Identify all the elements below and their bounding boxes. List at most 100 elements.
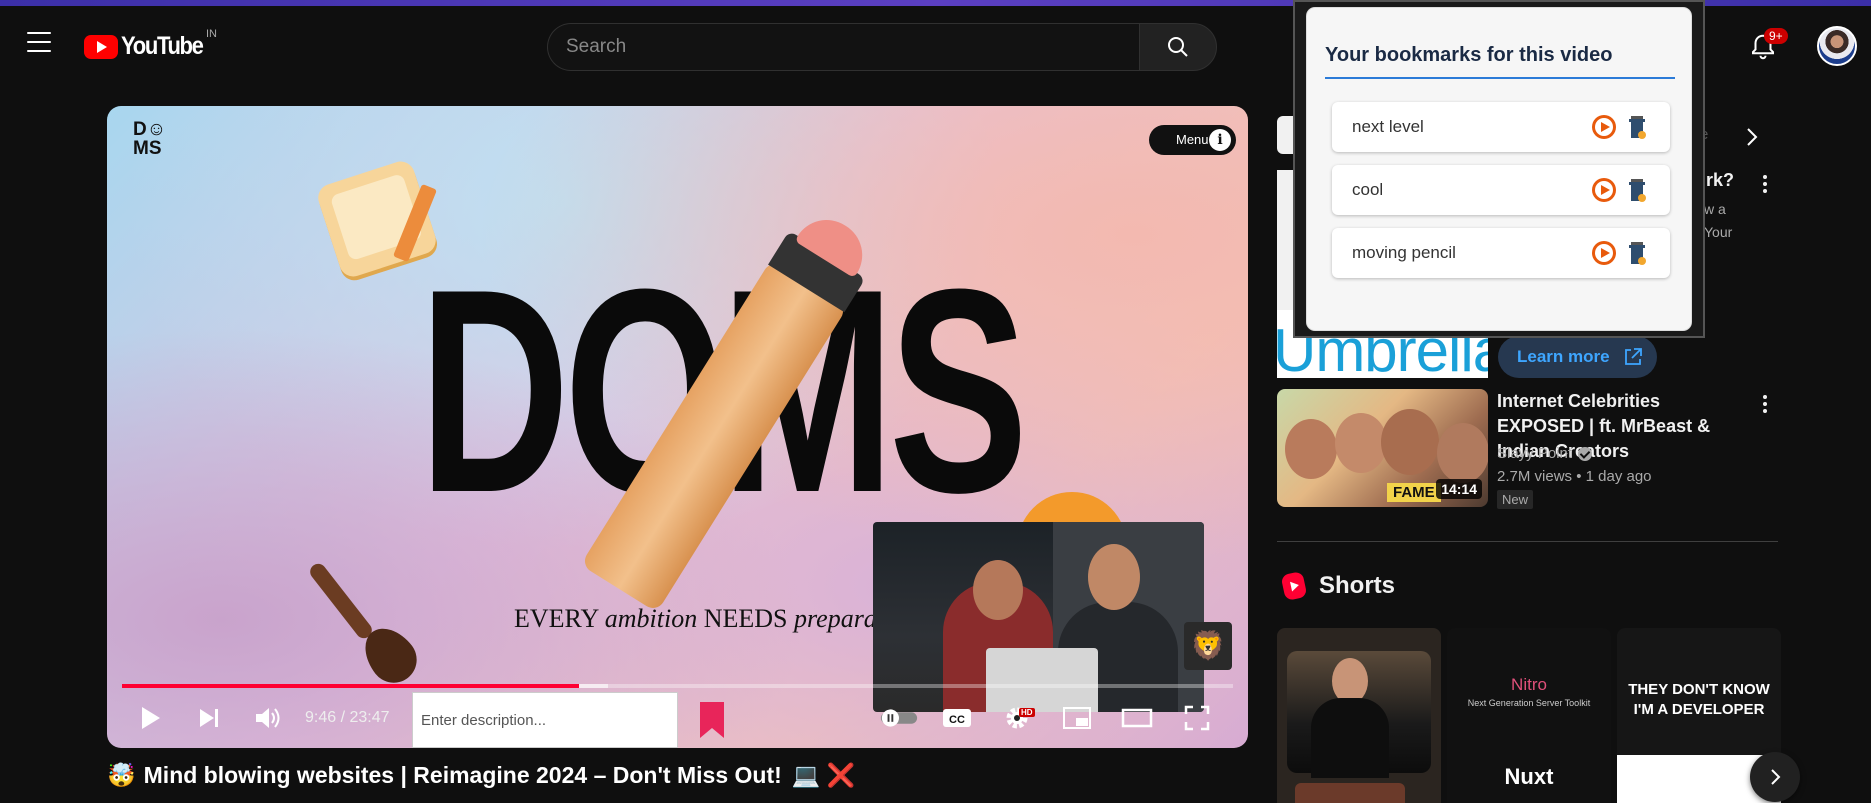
bookmarks-title: Your bookmarks for this video bbox=[1325, 44, 1613, 66]
video-player[interactable]: D☺ MS Menu i DOMS EVERY ambition NEEDS p… bbox=[107, 106, 1248, 748]
miniplayer-button[interactable] bbox=[1057, 700, 1097, 736]
bookmark-item[interactable]: moving pencil bbox=[1332, 228, 1670, 278]
learn-more-button[interactable]: Learn more bbox=[1498, 336, 1657, 378]
volume-icon bbox=[256, 708, 280, 728]
upload-age: 1 day ago bbox=[1585, 468, 1652, 485]
extension-mascot-icon[interactable]: 🦁 bbox=[1184, 622, 1232, 670]
recommendation-channel[interactable]: Slayy Point bbox=[1497, 445, 1593, 462]
short-3-text: THEY DON'T KNOW I'M A DEVELOPER bbox=[1628, 681, 1770, 718]
bookmark-play-icon[interactable] bbox=[1592, 241, 1616, 265]
bookmarks-card: Your bookmarks for this video next level… bbox=[1307, 8, 1691, 330]
bookmark-label: next level bbox=[1352, 117, 1424, 136]
channel-watermark: D☺ MS bbox=[133, 120, 173, 158]
search-input[interactable] bbox=[547, 23, 1139, 71]
ad-text-line-2: Your bbox=[1704, 224, 1733, 240]
search-icon bbox=[1168, 37, 1188, 57]
skip-next-icon bbox=[200, 709, 218, 727]
new-badge: New bbox=[1497, 490, 1534, 509]
add-bookmark-button[interactable] bbox=[692, 700, 732, 740]
player-menu-label: Menu bbox=[1176, 132, 1209, 147]
external-link-icon bbox=[1625, 348, 1642, 365]
short-2-brand: Nuxt bbox=[1504, 764, 1554, 789]
youtube-play-icon bbox=[84, 34, 118, 59]
video-tagline: EVERY ambition NEEDS preparation bbox=[514, 604, 917, 634]
play-button[interactable] bbox=[130, 700, 170, 736]
chevron-right-icon bbox=[1747, 128, 1758, 146]
title-trailing-emoji: 💻 ❌ bbox=[791, 762, 856, 788]
info-icon[interactable]: i bbox=[1209, 129, 1231, 151]
shorts-next-button[interactable] bbox=[1750, 752, 1800, 802]
shorts-heading-label: Shorts bbox=[1319, 572, 1396, 599]
bookmarks-popup: Your bookmarks for this video next level… bbox=[1293, 0, 1705, 338]
delete-bookmark-icon[interactable] bbox=[1627, 177, 1647, 203]
notifications-badge: 9+ bbox=[1764, 28, 1788, 44]
hd-badge: HD bbox=[1019, 708, 1035, 717]
fullscreen-icon bbox=[1184, 705, 1210, 731]
short-2-title: Nitro bbox=[1511, 675, 1547, 694]
recommendation-meta: 2.7M views • 1 day ago bbox=[1497, 468, 1652, 485]
user-avatar[interactable] bbox=[1817, 26, 1857, 66]
theater-mode-icon bbox=[1121, 708, 1153, 728]
title-emoji: 🤯 bbox=[107, 762, 136, 788]
watermark-line-2: MS bbox=[133, 138, 162, 159]
player-controls: 9:46 / 23:47 CC HD bbox=[107, 692, 1248, 748]
player-menu-button[interactable]: Menu i bbox=[1149, 125, 1236, 155]
time-display: 9:46 / 23:47 bbox=[305, 709, 390, 726]
country-code: IN bbox=[206, 28, 217, 40]
delete-bookmark-icon[interactable] bbox=[1627, 240, 1647, 266]
bookmark-play-icon[interactable] bbox=[1592, 178, 1616, 202]
next-button[interactable] bbox=[189, 700, 229, 736]
ad-text-line-1: w a bbox=[1704, 201, 1726, 217]
progress-played bbox=[122, 684, 579, 688]
recommendation-thumbnail[interactable]: FAME 14:14 bbox=[1277, 389, 1488, 507]
captions-button[interactable]: CC bbox=[937, 700, 977, 736]
ad-title-partial[interactable]: rk? bbox=[1706, 170, 1734, 191]
chevron-right-icon bbox=[1771, 769, 1781, 785]
paintbrush-handle-illustration bbox=[306, 560, 376, 642]
cc-icon: CC bbox=[943, 709, 971, 727]
learn-more-label: Learn more bbox=[1517, 347, 1610, 366]
verified-check-icon bbox=[1578, 446, 1593, 461]
video-title-text: Mind blowing websites | Reimagine 2024 –… bbox=[143, 762, 782, 788]
youtube-logo[interactable]: YouTube bbox=[84, 32, 214, 61]
theater-mode-button[interactable] bbox=[1117, 700, 1157, 736]
shorts-logo-icon bbox=[1280, 570, 1308, 602]
bookmark-icon bbox=[700, 702, 724, 738]
progress-bar[interactable] bbox=[122, 684, 1233, 688]
delete-bookmark-icon[interactable] bbox=[1627, 114, 1647, 140]
autoplay-toggle-icon bbox=[880, 709, 918, 727]
ad-more-options-icon[interactable] bbox=[1755, 171, 1775, 197]
recommendation-more-options-icon[interactable] bbox=[1755, 391, 1775, 417]
tagline-part-1: EVERY bbox=[514, 604, 605, 633]
short-card-2[interactable]: Nitro Next Generation Server Toolkit Nux… bbox=[1447, 628, 1611, 803]
chips-next-button[interactable] bbox=[1737, 122, 1767, 152]
section-divider bbox=[1277, 541, 1778, 542]
miniplayer-icon bbox=[1063, 707, 1091, 729]
svg-text:CC: CC bbox=[949, 714, 965, 726]
youtube-wordmark: YouTube bbox=[121, 32, 204, 60]
video-title: 🤯 Mind blowing websites | Reimagine 2024… bbox=[107, 762, 855, 789]
bookmark-play-icon[interactable] bbox=[1592, 115, 1616, 139]
volume-button[interactable] bbox=[248, 700, 288, 736]
channel-name[interactable]: Slayy Point bbox=[1497, 445, 1572, 462]
bookmark-label: cool bbox=[1352, 180, 1384, 199]
bookmark-description-input[interactable] bbox=[412, 692, 678, 748]
short-card-1[interactable] bbox=[1277, 628, 1441, 803]
bookmarks-title-underline bbox=[1325, 77, 1675, 79]
short-2-subtitle: Next Generation Server Toolkit bbox=[1467, 698, 1591, 708]
bookmark-item[interactable]: cool bbox=[1332, 165, 1670, 215]
meta-separator: • bbox=[1576, 468, 1586, 485]
settings-button[interactable]: HD bbox=[997, 700, 1037, 736]
play-icon bbox=[142, 707, 160, 729]
autoplay-toggle[interactable] bbox=[879, 700, 919, 736]
watermark-line-1: D☺ bbox=[133, 119, 167, 140]
menu-hamburger-icon[interactable] bbox=[22, 32, 56, 62]
thumbnail-text: FAME bbox=[1387, 483, 1441, 502]
ad-text-partial: w a Your bbox=[1704, 198, 1732, 244]
progress-buffered bbox=[578, 684, 608, 688]
bookmark-item[interactable]: next level bbox=[1332, 102, 1670, 152]
tagline-part-3: NEEDS bbox=[697, 604, 794, 633]
video-duration: 14:14 bbox=[1436, 479, 1482, 499]
fullscreen-button[interactable] bbox=[1177, 700, 1217, 736]
search-button[interactable] bbox=[1139, 23, 1217, 71]
